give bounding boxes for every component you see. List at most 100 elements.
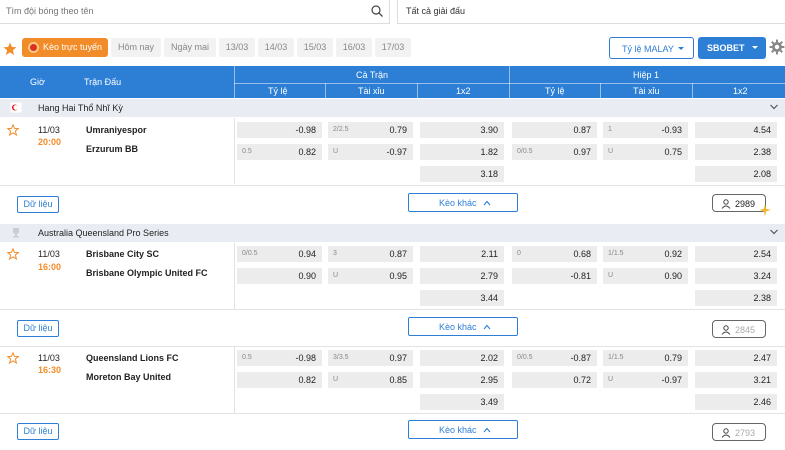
total-line: U bbox=[608, 376, 614, 383]
odds-cell[interactable]: 0.87 bbox=[512, 122, 597, 138]
odds-value: 2.79 bbox=[480, 271, 498, 281]
odds-cell[interactable]: 0/0.5 0.94 bbox=[237, 246, 322, 262]
search-input[interactable] bbox=[0, 0, 360, 22]
bookmaker-label: SBOBET bbox=[707, 43, 745, 53]
odds-cell[interactable]: 3.21 bbox=[695, 372, 777, 388]
odds-cell[interactable]: 0.90 bbox=[237, 268, 322, 284]
odds-cell[interactable]: 1/1.5 0.92 bbox=[603, 246, 688, 262]
odds-value: 2.95 bbox=[480, 375, 498, 385]
odds-cell[interactable]: U -0.97 bbox=[603, 372, 688, 388]
date-tab-15-03[interactable]: 15/03 bbox=[297, 38, 333, 57]
odds-cell[interactable]: 0.5 -0.98 bbox=[237, 350, 322, 366]
odds-cell[interactable]: 4.54 bbox=[695, 122, 777, 138]
vote-count-button[interactable]: 2989 bbox=[712, 194, 766, 212]
odds-value: -0.93 bbox=[661, 125, 682, 135]
odds-cell[interactable]: -0.81 bbox=[512, 268, 597, 284]
match-time: 16:00 bbox=[38, 262, 62, 272]
odds-cell[interactable]: 0/0.5 0.97 bbox=[512, 144, 597, 160]
header-h1-handicap: Tỷ lệ bbox=[545, 86, 565, 96]
date-tab-17-03[interactable]: 17/03 bbox=[375, 38, 411, 57]
odds-cell[interactable]: U 0.75 bbox=[603, 144, 688, 160]
chevron-down-icon[interactable] bbox=[769, 102, 779, 112]
odds-cell[interactable]: U 0.95 bbox=[328, 268, 413, 284]
odds-cell[interactable]: 3.24 bbox=[695, 268, 777, 284]
favorite-star-icon[interactable] bbox=[7, 248, 19, 260]
turkey-flag-icon bbox=[10, 102, 22, 113]
odds-cell[interactable]: 2.11 bbox=[420, 246, 504, 262]
handicap-line: 0/0.5 bbox=[517, 354, 533, 361]
odds-cell[interactable]: 1 -0.93 bbox=[603, 122, 688, 138]
odds-cell[interactable]: 2/2.5 0.79 bbox=[328, 122, 413, 138]
league-filter-select[interactable]: Tất cả giải đấu bbox=[397, 0, 785, 24]
vote-count-button[interactable]: 2793 bbox=[712, 423, 766, 441]
odds-type-dropdown[interactable]: Tỷ lệ MALAY bbox=[609, 37, 694, 59]
total-line: U bbox=[608, 272, 614, 279]
date-tab-today[interactable]: Hôm nay bbox=[111, 38, 161, 57]
odds-value: 2.47 bbox=[753, 353, 771, 363]
odds-cell[interactable]: 0.5 0.82 bbox=[237, 144, 322, 160]
odds-cell[interactable]: U 0.90 bbox=[603, 268, 688, 284]
odds-cell[interactable]: 1.82 bbox=[420, 144, 504, 160]
favorites-star-icon[interactable] bbox=[3, 42, 17, 56]
odds-cell[interactable]: 2.95 bbox=[420, 372, 504, 388]
user-icon bbox=[721, 325, 731, 335]
away-team: Erzurum BB bbox=[86, 144, 139, 154]
total-line: 1/1.5 bbox=[608, 250, 624, 257]
search-icon[interactable] bbox=[371, 5, 383, 17]
odds-cell[interactable]: 2.38 bbox=[695, 144, 777, 160]
bookmaker-dropdown[interactable]: SBOBET bbox=[698, 37, 766, 59]
odds-cell[interactable]: 2.38 bbox=[695, 290, 777, 306]
odds-value: 3.18 bbox=[480, 169, 498, 179]
odds-value: 0.90 bbox=[664, 271, 682, 281]
league-name: Australia Queensland Pro Series bbox=[38, 228, 169, 238]
header-h1-1x2: 1x2 bbox=[733, 86, 748, 96]
odds-cell[interactable]: 2.46 bbox=[695, 394, 777, 410]
date-tab-13-03[interactable]: 13/03 bbox=[219, 38, 255, 57]
live-odds-label: Kèo trực tuyến bbox=[43, 42, 103, 52]
odds-cell[interactable]: 3 0.87 bbox=[328, 246, 413, 262]
search-box[interactable] bbox=[0, 0, 390, 24]
more-odds-button[interactable]: Kèo khác bbox=[408, 420, 518, 439]
league-row[interactable]: Australia Queensland Pro Series bbox=[0, 224, 785, 242]
row-divider bbox=[0, 413, 785, 414]
odds-cell[interactable]: 0/0.5 -0.87 bbox=[512, 350, 597, 366]
more-odds-button[interactable]: Kèo khác bbox=[408, 317, 518, 336]
odds-cell[interactable]: 2.54 bbox=[695, 246, 777, 262]
total-line: U bbox=[333, 376, 339, 383]
favorite-star-icon[interactable] bbox=[7, 124, 19, 136]
odds-value: 0.72 bbox=[573, 375, 591, 385]
odds-cell[interactable]: 0.82 bbox=[237, 372, 322, 388]
odds-cell[interactable]: 2.02 bbox=[420, 350, 504, 366]
date-tab-16-03[interactable]: 16/03 bbox=[336, 38, 372, 57]
odds-cell[interactable]: 3.44 bbox=[420, 290, 504, 306]
match-data-button[interactable]: Dữ liệu bbox=[17, 423, 59, 440]
odds-cell[interactable]: 3.49 bbox=[420, 394, 504, 410]
vote-count-button[interactable]: 2845 bbox=[712, 320, 766, 338]
odds-cell[interactable]: -0.98 bbox=[237, 122, 322, 138]
date-tab-tomorrow[interactable]: Ngày mai bbox=[164, 38, 216, 57]
odds-cell[interactable]: 0 0.68 bbox=[512, 246, 597, 262]
odds-cell[interactable]: 3.90 bbox=[420, 122, 504, 138]
gear-icon[interactable] bbox=[769, 39, 785, 55]
favorite-star-icon[interactable] bbox=[7, 352, 19, 364]
match-date: 11/03 bbox=[38, 353, 60, 363]
live-odds-button[interactable]: Kèo trực tuyến bbox=[22, 38, 108, 57]
date-tab-14-03[interactable]: 14/03 bbox=[258, 38, 294, 57]
more-odds-button[interactable]: Kèo khác bbox=[408, 193, 518, 212]
odds-cell[interactable]: 2.79 bbox=[420, 268, 504, 284]
match-data-button[interactable]: Dữ liệu bbox=[17, 320, 59, 337]
chevron-down-icon bbox=[752, 46, 758, 49]
odds-cell[interactable]: 0.72 bbox=[512, 372, 597, 388]
odds-cell[interactable]: 3/3.5 0.97 bbox=[328, 350, 413, 366]
odds-cell[interactable]: 2.47 bbox=[695, 350, 777, 366]
match-data-button[interactable]: Dữ liệu bbox=[17, 196, 59, 213]
chevron-down-icon[interactable] bbox=[769, 227, 779, 237]
league-row[interactable]: Hang Hai Thổ Nhĩ Kỳ bbox=[0, 99, 785, 117]
odds-cell[interactable]: 2.08 bbox=[695, 166, 777, 182]
away-team: Moreton Bay United bbox=[86, 372, 172, 382]
odds-cell[interactable]: U -0.97 bbox=[328, 144, 413, 160]
match-row: 11/03 16:00 Brisbane City SC Brisbane Ol… bbox=[0, 243, 785, 347]
odds-cell[interactable]: 1/1.5 0.79 bbox=[603, 350, 688, 366]
odds-cell[interactable]: U 0.85 bbox=[328, 372, 413, 388]
odds-cell[interactable]: 3.18 bbox=[420, 166, 504, 182]
